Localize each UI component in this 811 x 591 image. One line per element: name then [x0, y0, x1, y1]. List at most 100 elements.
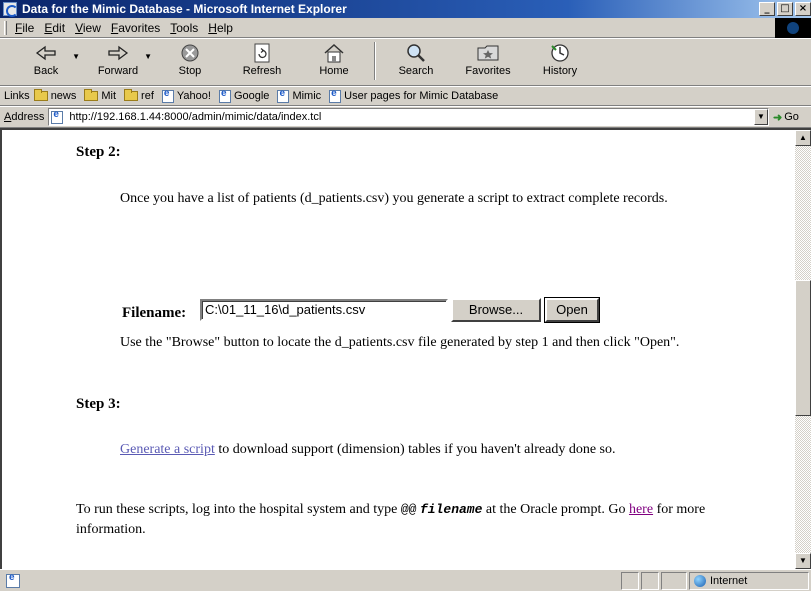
stop-button[interactable]: Stop — [154, 42, 226, 82]
folder-icon — [84, 89, 99, 101]
go-arrow-icon: ➜ — [773, 111, 783, 124]
web-page-icon — [218, 88, 231, 103]
address-bar: Address http://192.168.1.44:8000/admin/m… — [0, 106, 811, 128]
history-icon — [548, 42, 572, 64]
menu-help[interactable]: Help — [208, 21, 233, 35]
open-button[interactable]: Open — [544, 297, 600, 323]
vertical-scrollbar[interactable]: ▲ ▼ — [795, 130, 811, 569]
favorites-button[interactable]: Favorites — [452, 42, 524, 82]
search-icon — [404, 42, 428, 64]
web-page-icon — [277, 88, 290, 103]
menu-tools[interactable]: Tools — [170, 21, 198, 35]
history-label: History — [542, 65, 578, 77]
status-pane — [641, 571, 659, 590]
window-controls: _ □ × — [757, 2, 811, 16]
scroll-up-icon[interactable]: ▲ — [795, 130, 811, 146]
back-button[interactable]: Back ▼ — [10, 42, 82, 82]
address-dropdown-icon[interactable]: ▼ — [754, 109, 768, 125]
web-page-icon — [161, 88, 174, 103]
window-title: Data for the Mimic Database - Microsoft … — [22, 2, 347, 16]
menu-favorites[interactable]: Favorites — [111, 21, 160, 35]
generate-script-link[interactable]: Generate a script — [120, 442, 215, 457]
browse-button[interactable]: Browse... — [451, 298, 541, 322]
go-button[interactable]: ➜ Go — [773, 111, 811, 124]
step2-heading: Step 2: — [76, 144, 121, 160]
security-zone: Internet — [689, 571, 809, 590]
title-bar: Data for the Mimic Database - Microsoft … — [0, 0, 811, 18]
search-button[interactable]: Search — [380, 42, 452, 82]
links-bar: Links news Mit ref Yahoo! Google Mimic U… — [0, 86, 811, 106]
link-news[interactable]: news — [33, 89, 76, 102]
status-pane — [621, 571, 639, 590]
link-mimic[interactable]: Mimic — [277, 88, 321, 103]
toolbar-separator — [374, 42, 376, 80]
windows-logo-throbber — [775, 18, 811, 38]
link-user-pages[interactable]: User pages for Mimic Database — [329, 88, 498, 103]
menu-view[interactable]: View — [75, 21, 101, 35]
status-bar: Internet — [0, 569, 811, 591]
back-dropdown-icon[interactable]: ▼ — [72, 52, 80, 61]
step2-description: Once you have a list of patients (d_pati… — [120, 191, 668, 206]
standard-toolbar: Back ▼ Forward ▼ Stop Refresh Home Searc… — [0, 38, 811, 86]
link-yahoo[interactable]: Yahoo! — [161, 88, 211, 103]
refresh-label: Refresh — [242, 65, 282, 77]
toolbar-grip[interactable] — [4, 20, 7, 35]
link-google[interactable]: Google — [218, 88, 269, 103]
internet-globe-icon — [694, 574, 706, 587]
back-arrow-icon — [34, 42, 58, 64]
instructions-text-2: at the Oracle prompt. Go — [482, 502, 629, 517]
filename-input[interactable]: C:\01_11_16\d_patients.csv — [200, 299, 448, 321]
history-button[interactable]: History — [524, 42, 596, 82]
refresh-icon — [250, 42, 274, 64]
address-label: Address — [4, 111, 45, 123]
menu-file[interactable]: File — [15, 21, 34, 35]
address-url[interactable]: http://192.168.1.44:8000/admin/mimic/dat… — [69, 111, 321, 123]
instructions-paragraph: To run these scripts, log into the hospi… — [76, 500, 776, 540]
step3-description: Generate a script to download support (d… — [120, 440, 720, 459]
minimize-button[interactable]: _ — [759, 2, 775, 16]
forward-dropdown-icon[interactable]: ▼ — [144, 52, 152, 61]
forward-arrow-icon — [106, 42, 130, 64]
forward-label: Forward — [97, 65, 139, 77]
step3-heading: Step 3: — [76, 396, 121, 412]
scrollbar-thumb[interactable] — [795, 280, 811, 416]
content-frame: Step 2: Once you have a list of patients… — [0, 128, 811, 569]
status-pane — [661, 571, 687, 590]
links-label[interactable]: Links — [4, 90, 30, 102]
command-text: @@ — [400, 502, 417, 517]
instructions-text-1: To run these scripts, log into the hospi… — [76, 502, 401, 517]
web-page-icon — [329, 88, 342, 103]
page-status-icon — [6, 572, 20, 588]
zone-label: Internet — [710, 574, 748, 587]
menu-bar: File Edit View Favorites Tools Help — [0, 18, 811, 38]
folder-icon — [124, 89, 139, 101]
favorites-folder-icon — [476, 42, 500, 64]
maximize-button[interactable]: □ — [777, 2, 793, 16]
filename-label: Filename: — [122, 305, 187, 321]
page-content: Step 2: Once you have a list of patients… — [2, 130, 795, 569]
favorites-label: Favorites — [465, 65, 511, 77]
folder-icon — [33, 89, 48, 101]
forward-button[interactable]: Forward ▼ — [82, 42, 154, 82]
web-page-icon — [51, 109, 64, 124]
stop-icon — [178, 42, 202, 64]
browse-help-text: Use the "Browse" button to locate the d_… — [120, 335, 680, 350]
search-label: Search — [398, 65, 434, 77]
scroll-down-icon[interactable]: ▼ — [795, 553, 811, 569]
command-arg: filename — [419, 502, 483, 517]
menu-edit[interactable]: Edit — [44, 21, 65, 35]
stop-label: Stop — [178, 65, 202, 77]
here-link[interactable]: here — [629, 502, 653, 517]
link-ref[interactable]: ref — [124, 89, 154, 102]
link-mit[interactable]: Mit — [84, 89, 116, 102]
ie-icon — [3, 2, 18, 17]
address-input[interactable]: http://192.168.1.44:8000/admin/mimic/dat… — [48, 108, 769, 126]
go-label: Go — [784, 111, 799, 123]
home-label: Home — [319, 65, 349, 77]
close-button[interactable]: × — [795, 2, 811, 16]
home-button[interactable]: Home — [298, 42, 370, 82]
home-icon — [322, 42, 346, 64]
refresh-button[interactable]: Refresh — [226, 42, 298, 82]
back-label: Back — [33, 65, 59, 77]
step3-text: to download support (dimension) tables i… — [214, 442, 616, 457]
